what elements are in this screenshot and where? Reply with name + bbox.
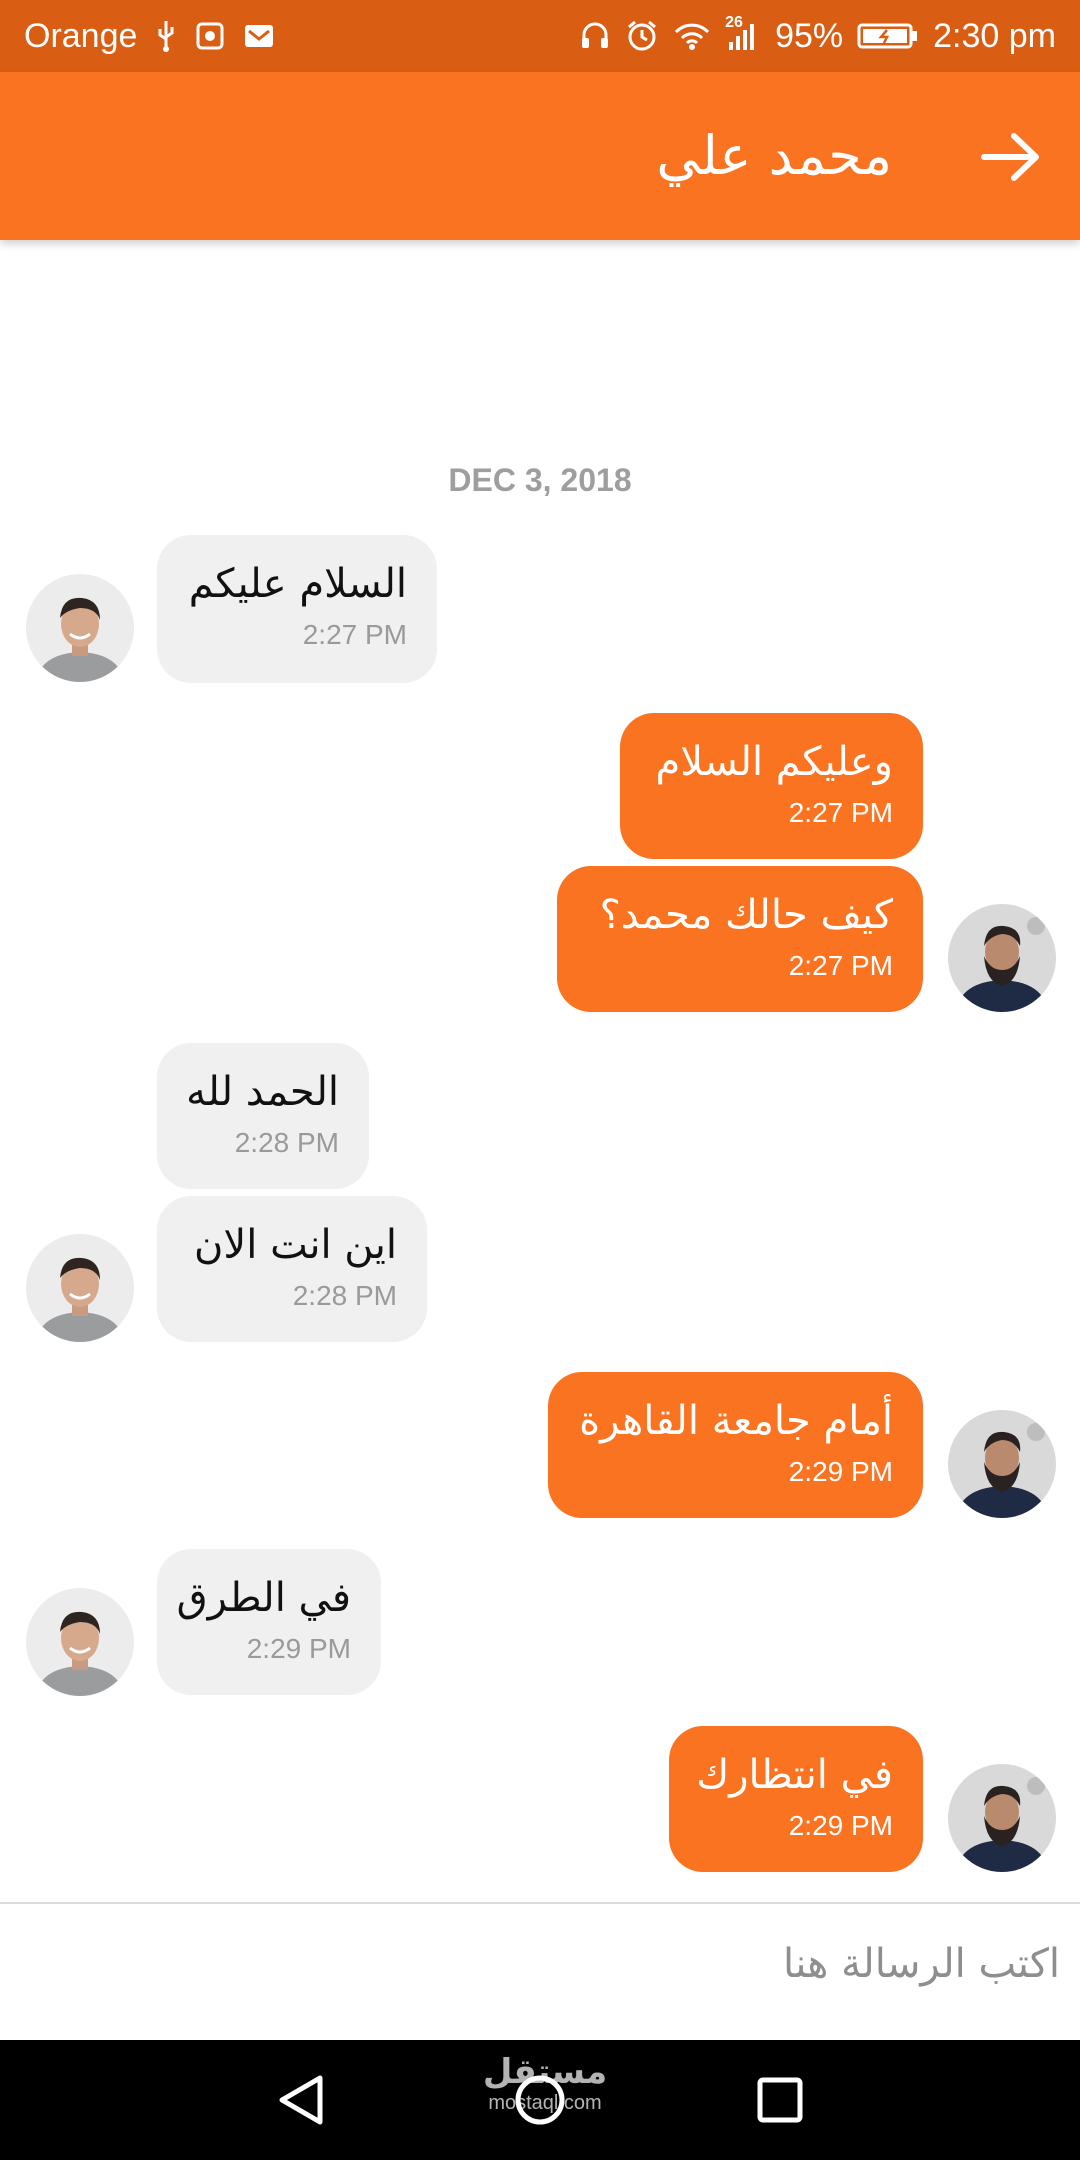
- message-bubble[interactable]: وعليكم السلام 2:27 PM: [620, 713, 923, 859]
- message-bubble[interactable]: اين انت الان 2:28 PM: [157, 1196, 427, 1342]
- headset-icon: [579, 20, 611, 52]
- message-text: وعليكم السلام: [655, 739, 893, 785]
- status-bar: Orange 26 95% 2:30 pm: [0, 0, 1080, 72]
- network-label: 26: [725, 14, 743, 31]
- usb-icon: [155, 19, 177, 53]
- message-bubble[interactable]: كيف حالك محمد؟ 2:27 PM: [557, 866, 923, 1012]
- arrow-right-icon: [981, 133, 1039, 181]
- user-avatar[interactable]: [948, 1764, 1056, 1872]
- system-nav-bar: مستقل mostaql.com: [0, 2040, 1080, 2160]
- user-avatar[interactable]: [948, 904, 1056, 1012]
- contact-avatar[interactable]: [26, 1588, 134, 1696]
- battery-percent: 95%: [775, 16, 844, 55]
- message-text: أمام جامعة القاهرة: [579, 1398, 893, 1444]
- message-time: 2:29 PM: [788, 1456, 893, 1487]
- battery-icon: [857, 21, 919, 51]
- back-button[interactable]: [976, 122, 1046, 192]
- watermark-arabic: مستقل: [482, 2052, 608, 2092]
- message-time: 2:29 PM: [788, 1810, 893, 1841]
- clock: 2:30 pm: [933, 16, 1056, 55]
- date-separator: DEC 3, 2018: [448, 462, 632, 498]
- message-bubble[interactable]: في الطرق 2:29 PM: [157, 1549, 381, 1695]
- mail-icon: [243, 22, 275, 50]
- message-bubble[interactable]: الحمد لله 2:28 PM: [157, 1043, 369, 1189]
- message-text: في الطرق: [176, 1575, 351, 1621]
- message-text: كيف حالك محمد؟: [599, 892, 893, 938]
- message-time: 2:27 PM: [302, 619, 407, 650]
- status-right: 26 95% 2:30 pm: [579, 0, 1056, 72]
- message-text: اين انت الان: [194, 1222, 397, 1268]
- contact-avatar[interactable]: [26, 1234, 134, 1342]
- message-text: السلام عليكم: [188, 561, 407, 607]
- signal-icon: 26: [725, 14, 761, 52]
- message-time: 2:27 PM: [788, 950, 893, 981]
- message-input[interactable]: [0, 1904, 1080, 2024]
- chat-header: محمد علي: [0, 72, 1080, 240]
- composer-bar: [0, 1902, 1080, 2042]
- message-text: الحمد لله: [186, 1069, 339, 1115]
- message-text: في انتظارك: [696, 1752, 893, 1798]
- nav-back-button[interactable]: [262, 2060, 342, 2140]
- status-left: Orange: [24, 0, 275, 72]
- message-bubble[interactable]: السلام عليكم 2:27 PM: [157, 535, 437, 683]
- alarm-icon: [625, 19, 659, 53]
- watermark-latin: mostaql.com: [488, 2092, 602, 2114]
- watermark: مستقل mostaql.com: [470, 2052, 620, 2114]
- user-avatar[interactable]: [948, 1410, 1056, 1518]
- contact-name: محمد علي: [656, 124, 892, 187]
- message-bubble[interactable]: في انتظارك 2:29 PM: [669, 1726, 923, 1872]
- triangle-back-icon: [279, 2075, 323, 2125]
- contact-avatar[interactable]: [26, 574, 134, 682]
- wifi-icon: [673, 21, 711, 51]
- message-time: 2:28 PM: [234, 1127, 339, 1158]
- message-time: 2:28 PM: [292, 1280, 397, 1311]
- message-bubble[interactable]: أمام جامعة القاهرة 2:29 PM: [548, 1372, 923, 1518]
- square-recents-icon: [757, 2077, 803, 2123]
- location-icon: [195, 21, 225, 51]
- message-time: 2:29 PM: [246, 1633, 351, 1664]
- nav-recents-button[interactable]: [740, 2060, 820, 2140]
- carrier-label: Orange: [24, 16, 138, 55]
- message-time: 2:27 PM: [788, 797, 893, 828]
